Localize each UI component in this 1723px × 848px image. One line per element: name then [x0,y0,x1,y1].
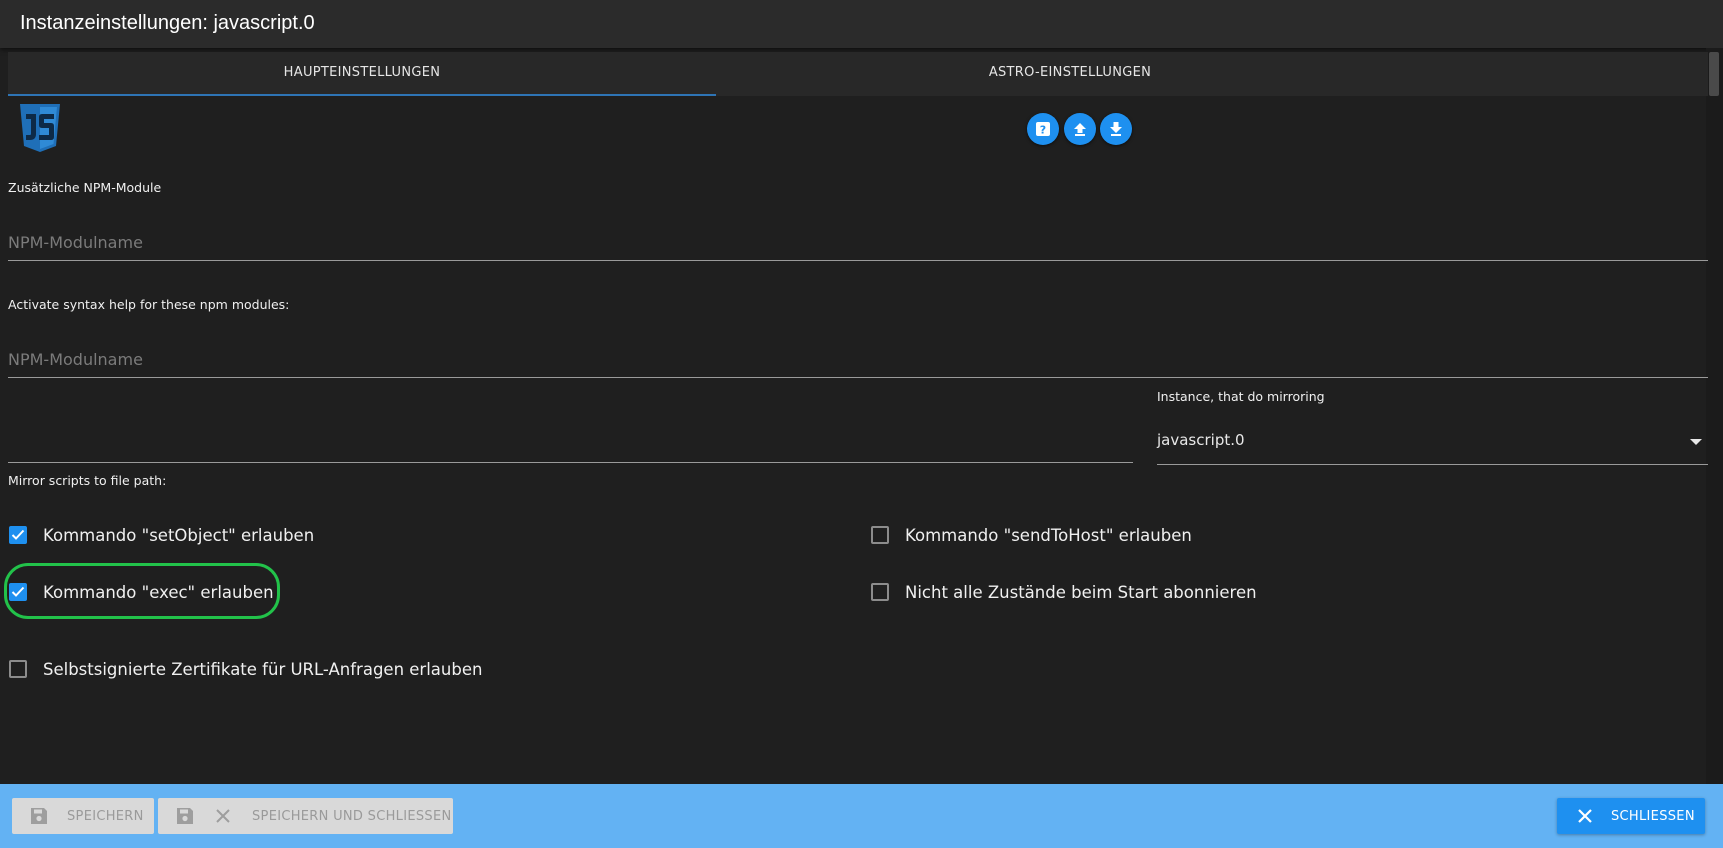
option-selfsigned-label: Selbstsignierte Zertifikate für URL-Anfr… [43,660,483,679]
svg-text:?: ? [1040,124,1046,137]
mirror-instance-select[interactable]: javascript.0 [1157,418,1708,465]
checkbox-setobject[interactable] [9,526,27,544]
download-icon [1110,122,1122,136]
option-sendtohost-label: Kommando "sendToHost" erlauben [905,526,1192,545]
help-button[interactable]: ? [1027,113,1059,145]
save-icon [177,808,193,824]
tab-astro-settings[interactable]: ASTRO-EINSTELLUNGEN [716,52,1424,96]
dialog-titlebar: Instanzeinstellungen: javascript.0 [0,0,1723,48]
option-setobject[interactable]: Kommando "setObject" erlauben [9,524,329,550]
upload-icon [1074,123,1086,136]
option-exec[interactable]: Kommando "exec" erlauben [9,581,289,607]
checkmark-icon [11,529,25,540]
save-and-close-label: SPEICHERN UND SCHLIESSEN [252,809,452,824]
option-exec-label: Kommando "exec" erlauben [43,583,274,602]
save-and-close-button[interactable]: SPEICHERN UND SCHLIESSEN [158,798,453,834]
help-icon: ? [1036,122,1050,137]
tab-main-settings[interactable]: HAUPTEINSTELLUNGEN [8,52,716,96]
close-button-label: SCHLIESSEN [1611,809,1695,824]
tab-bar: HAUPTEINSTELLUNGEN ASTRO-EINSTELLUNGEN [8,52,1708,96]
mirror-path-input[interactable] [8,462,1133,463]
save-button-label: SPEICHERN [67,809,144,824]
npm-modules-label: Zusätzliche NPM-Module [8,180,162,195]
checkbox-exec[interactable] [9,583,27,601]
mirror-instance-label: Instance, that do mirroring [1157,389,1325,404]
upload-button[interactable] [1064,113,1096,145]
option-sendtohost[interactable]: Kommando "sendToHost" erlauben [871,524,1271,550]
scrollbar-thumb[interactable] [1709,52,1719,96]
option-no-subscribe[interactable]: Nicht alle Zustände beim Start abonniere… [871,581,1351,607]
close-icon [216,809,230,823]
checkbox-sendtohost[interactable] [871,526,889,544]
mirror-instance-value: javascript.0 [1157,431,1245,449]
active-tab-indicator [8,94,716,96]
syntax-help-input[interactable] [8,341,1708,378]
settings-dialog: Instanzeinstellungen: javascript.0 HAUPT… [0,0,1723,848]
npm-modules-input[interactable] [8,224,1708,261]
javascript-logo [20,104,60,152]
mirror-path-label: Mirror scripts to file path: [8,473,167,488]
chevron-down-icon [1690,439,1702,445]
option-selfsigned[interactable]: Selbstsignierte Zertifikate für URL-Anfr… [9,658,569,684]
download-button[interactable] [1100,113,1132,145]
syntax-help-label: Activate syntax help for these npm modul… [8,297,290,312]
close-button[interactable]: SCHLIESSEN [1557,798,1705,834]
close-icon [1578,809,1592,823]
dialog-title: Instanzeinstellungen: javascript.0 [20,12,315,34]
save-button[interactable]: SPEICHERN [12,798,154,834]
save-icon [31,808,47,824]
checkmark-icon [11,586,25,597]
checkbox-selfsigned[interactable] [9,660,27,678]
checkbox-no-subscribe[interactable] [871,583,889,601]
option-no-subscribe-label: Nicht alle Zustände beim Start abonniere… [905,583,1257,602]
option-setobject-label: Kommando "setObject" erlauben [43,526,315,545]
scrollbar[interactable] [1706,48,1723,784]
